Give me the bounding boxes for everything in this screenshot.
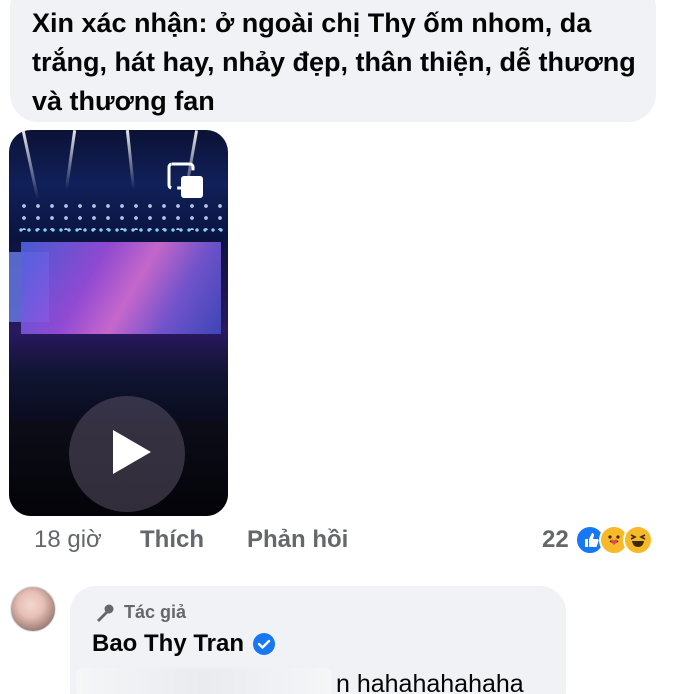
comment-text: Xin xác nhận: ở ngoài chị Thy ốm nhom, d… <box>32 8 636 116</box>
reply-text: n hahahahahaha <box>336 670 524 694</box>
reaction-count: 22 <box>542 526 569 553</box>
haha-icon <box>622 525 653 555</box>
reply-button[interactable]: Phản hồi <box>247 526 348 554</box>
like-button[interactable]: Thích <box>140 526 204 554</box>
verified-badge-icon <box>253 633 276 655</box>
play-icon[interactable] <box>113 430 151 474</box>
comment-time[interactable]: 18 giờ <box>34 526 102 554</box>
reactions-summary[interactable]: 22 <box>542 522 653 558</box>
stage-light <box>21 130 40 200</box>
stage-light <box>125 130 136 190</box>
comment-bubble: Xin xác nhận: ở ngoài chị Thy ốm nhom, d… <box>10 0 656 122</box>
stage-lights-row <box>17 225 227 235</box>
stage-screen <box>21 242 221 334</box>
author-name-row[interactable]: Bao Thy Tran <box>92 630 276 658</box>
author-name[interactable]: Bao Thy Tran <box>92 630 244 658</box>
reply-bubble: Tác giả Bao Thy Tran n hahahahahaha <box>70 586 566 694</box>
blurred-text <box>76 668 332 694</box>
author-badge: Tác giả <box>94 602 186 623</box>
author-badge-label: Tác giả <box>124 602 187 622</box>
stage-light <box>64 130 77 190</box>
avatar[interactable] <box>10 586 56 632</box>
comment-actions: 18 giờ Thích Phản hồi <box>34 526 348 554</box>
microphone-icon <box>97 604 114 622</box>
picture-in-picture-icon[interactable] <box>167 162 205 200</box>
video-attachment[interactable] <box>9 130 228 516</box>
